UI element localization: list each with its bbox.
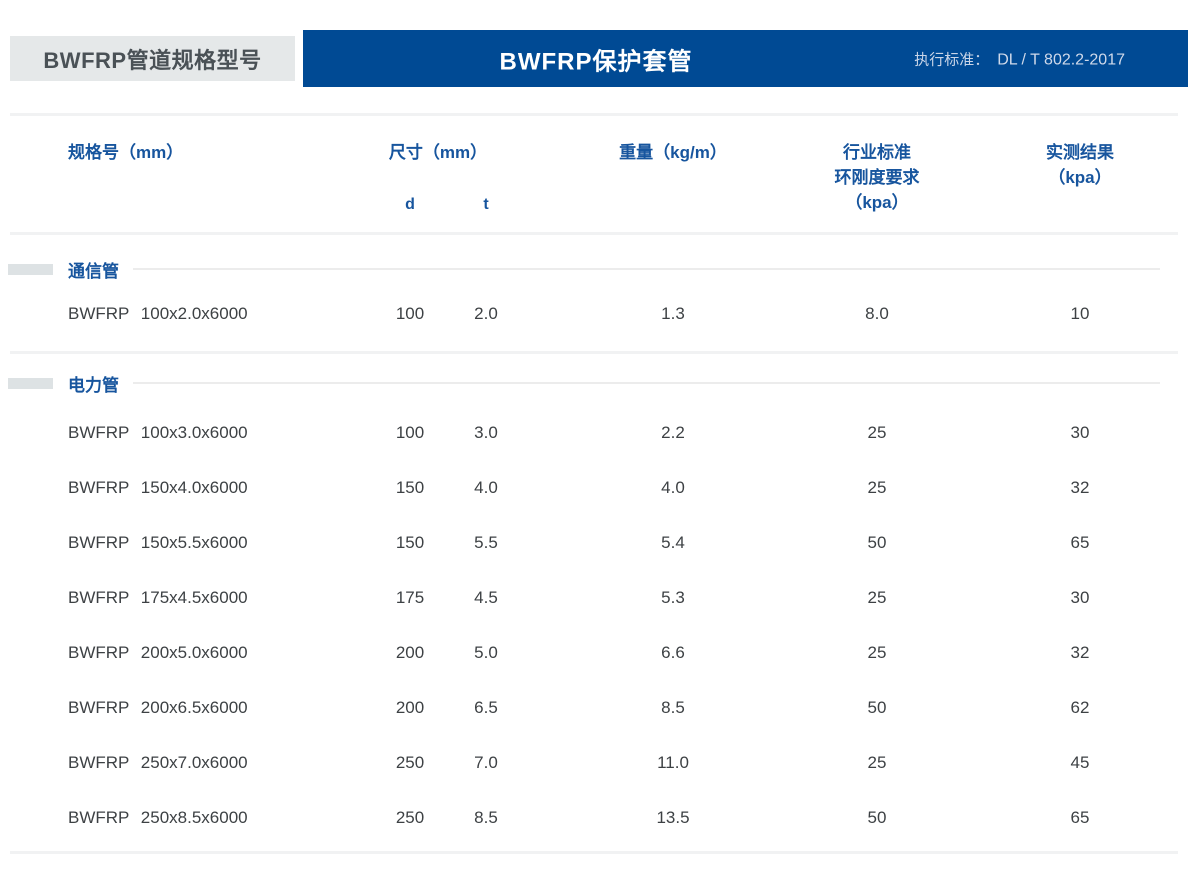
section-header-communication: 通信管 (8, 258, 1160, 281)
cell-model: BWFRP 200x6.5x6000 (68, 698, 248, 717)
cell-weight: 8.5 (661, 698, 685, 717)
cell-ring: 25 (867, 423, 887, 442)
cell-d: 200 (395, 698, 425, 717)
standard-label: 执行标准： (914, 51, 990, 68)
section-rule (133, 268, 1160, 270)
cell-weight: 1.3 (661, 304, 685, 323)
section-label: 电力管 (68, 375, 119, 395)
cell-model: BWFRP 200x5.0x6000 (68, 643, 248, 662)
divider-header-bottom (10, 232, 1178, 235)
standard-note: 执行标准： DL / T 802.2-2017 (914, 48, 1125, 69)
cell-t: 6.5 (474, 698, 498, 717)
cell-ring: 25 (867, 753, 887, 772)
cell-result: 45 (1070, 753, 1090, 772)
cell-t: 5.5 (474, 533, 498, 552)
cell-d: 250 (395, 808, 425, 827)
cell-d: 150 (395, 478, 425, 497)
col-header-ring-line3: （kpa） (845, 193, 909, 212)
table-row: BWFRP 250x8.5x6000 250 8.5 13.5 50 65 (10, 806, 1178, 830)
cell-result: 30 (1070, 423, 1090, 442)
col-header-d: d (405, 196, 415, 213)
cell-ring: 25 (867, 478, 887, 497)
cell-result: 65 (1070, 808, 1090, 827)
cell-weight: 2.2 (661, 423, 685, 442)
table-row: BWFRP 100x3.0x6000 100 3.0 2.2 25 30 (10, 421, 1178, 445)
cell-result: 10 (1070, 304, 1090, 323)
cell-d: 200 (395, 643, 425, 662)
cell-t: 8.5 (474, 808, 498, 827)
cell-weight: 6.6 (661, 643, 685, 662)
section-bar (8, 377, 53, 389)
table-row: BWFRP 250x7.0x6000 250 7.0 11.0 25 45 (10, 751, 1178, 775)
cell-ring: 8.0 (865, 304, 889, 323)
col-header-dt-row: d t (362, 192, 514, 217)
divider-section (10, 351, 1178, 354)
col-header-ring-line1: 行业标准 (843, 143, 911, 162)
col-header-ring-stiffness: 行业标准 环刚度要求 （kpa） (832, 140, 922, 215)
spec-tag-box: BWFRP管道规格型号 (10, 36, 295, 81)
section-rule (133, 382, 1160, 384)
divider-bottom (10, 851, 1178, 854)
col-header-size: 尺寸（mm） d t (362, 140, 514, 217)
cell-weight: 5.3 (661, 588, 685, 607)
cell-weight: 11.0 (657, 753, 689, 772)
cell-model: BWFRP 100x2.0x6000 (68, 304, 248, 323)
cell-d: 150 (395, 533, 425, 552)
cell-t: 4.5 (474, 588, 498, 607)
cell-d: 100 (395, 304, 425, 323)
cell-weight: 5.4 (661, 533, 685, 552)
cell-ring: 50 (867, 698, 887, 717)
table-row: BWFRP 200x5.0x6000 200 5.0 6.6 25 32 (10, 641, 1178, 665)
cell-model: BWFRP 100x3.0x6000 (68, 423, 248, 442)
table-header-row: 规格号（mm） 尺寸（mm） d t 重量（kg/m） 行业标准 环刚度要求 （… (10, 140, 1178, 217)
divider-top (10, 113, 1178, 116)
cell-model: BWFRP 250x7.0x6000 (68, 753, 248, 772)
section-bar (8, 263, 53, 275)
page-title: BWFRP保护套管 (499, 48, 693, 75)
cell-result: 62 (1070, 698, 1090, 717)
section-header-power: 电力管 (8, 372, 1160, 395)
cell-model: BWFRP 150x4.0x6000 (68, 478, 248, 497)
col-header-result: 实测结果 （kpa） (922, 140, 1178, 190)
cell-weight: 13.5 (656, 808, 690, 827)
col-header-weight: 重量（kg/m） (619, 143, 727, 162)
section-label: 通信管 (68, 261, 119, 281)
cell-t: 3.0 (474, 423, 498, 442)
table-row: BWFRP 150x4.0x6000 150 4.0 4.0 25 32 (10, 476, 1178, 500)
cell-ring: 25 (867, 588, 887, 607)
cell-result: 65 (1070, 533, 1090, 552)
cell-model: BWFRP 150x5.5x6000 (68, 533, 248, 552)
col-header-spec: 规格号（mm） (68, 143, 184, 162)
col-header-result-line2: （kpa） (1048, 168, 1112, 187)
cell-result: 30 (1070, 588, 1090, 607)
cell-result: 32 (1070, 478, 1090, 497)
cell-t: 4.0 (474, 478, 498, 497)
cell-ring: 50 (867, 808, 887, 827)
col-header-t: t (483, 196, 489, 213)
standard-value: DL / T 802.2-2017 (997, 51, 1125, 68)
spec-tag-label: BWFRP管道规格型号 (43, 47, 262, 73)
table-row: BWFRP 175x4.5x6000 175 4.5 5.3 25 30 (10, 586, 1178, 610)
col-header-ring-line2: 环刚度要求 (834, 168, 920, 187)
cell-t: 2.0 (474, 304, 498, 323)
cell-d: 250 (395, 753, 425, 772)
cell-ring: 50 (867, 533, 887, 552)
cell-model: BWFRP 175x4.5x6000 (68, 588, 248, 607)
cell-d: 175 (395, 588, 425, 607)
col-header-size-title: 尺寸（mm） (388, 143, 488, 162)
cell-weight: 4.0 (661, 478, 685, 497)
title-banner: BWFRP保护套管 执行标准： DL / T 802.2-2017 (303, 30, 1188, 87)
table-row: BWFRP 100x2.0x6000 100 2.0 1.3 8.0 10 (10, 302, 1178, 326)
table-row: BWFRP 150x5.5x6000 150 5.5 5.4 50 65 (10, 531, 1178, 555)
cell-result: 32 (1070, 643, 1090, 662)
cell-d: 100 (395, 423, 425, 442)
cell-model: BWFRP 250x8.5x6000 (68, 808, 248, 827)
table-row: BWFRP 200x6.5x6000 200 6.5 8.5 50 62 (10, 696, 1178, 720)
cell-t: 5.0 (474, 643, 498, 662)
col-header-result-line1: 实测结果 (1046, 143, 1114, 162)
cell-ring: 25 (867, 643, 887, 662)
cell-t: 7.0 (474, 753, 498, 772)
